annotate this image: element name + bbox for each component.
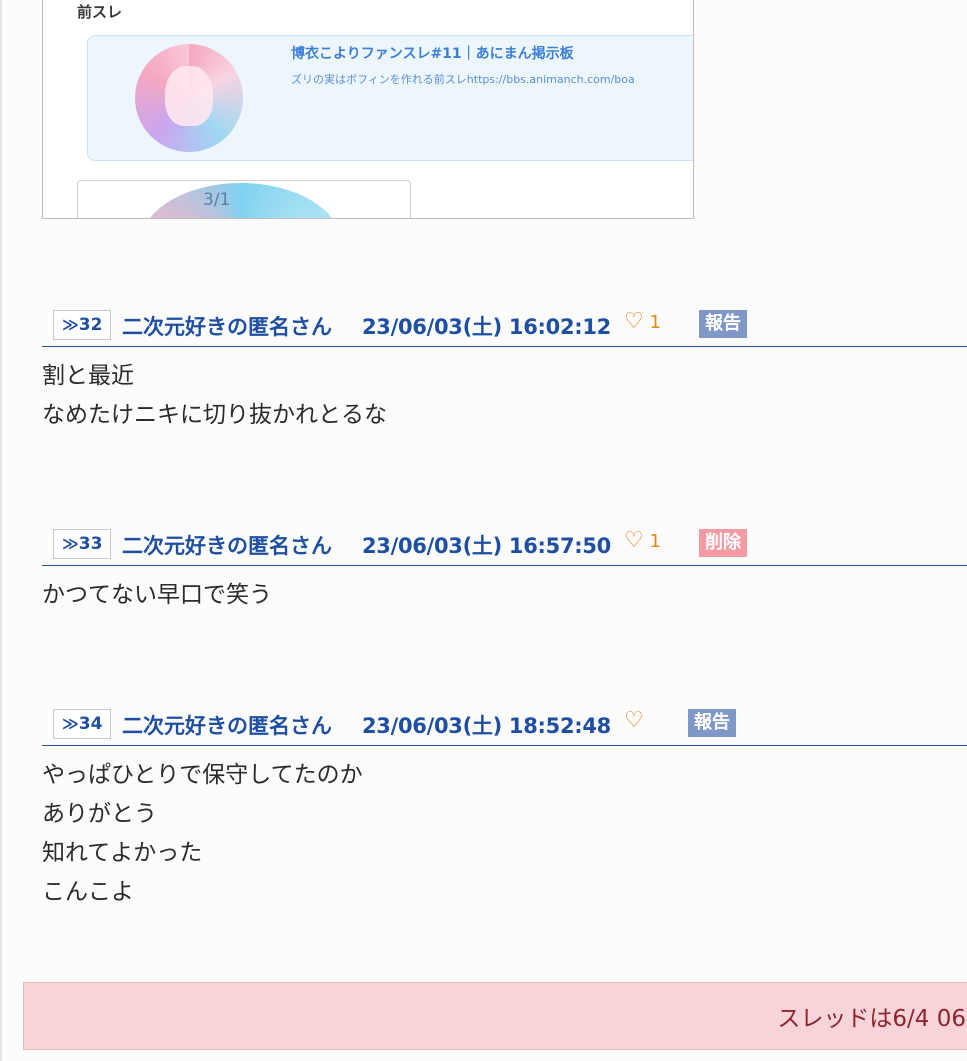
post-body: かつてない早口で笑う bbox=[42, 566, 967, 615]
reply-number: 34 bbox=[78, 714, 103, 734]
like-button[interactable]: ♡ bbox=[624, 708, 644, 733]
post-line: 割と最近 bbox=[42, 363, 134, 389]
post-header: ≫ 33 二次元好きの匿名さん 23/06/03(土) 16:57:50 ♡ 1 … bbox=[42, 517, 967, 566]
post-line: ありがとう bbox=[42, 801, 157, 827]
post-datetime: 23/06/03(土) 16:02:12 bbox=[362, 315, 611, 339]
like-count: 1 bbox=[649, 531, 661, 552]
reply-number: 32 bbox=[78, 315, 103, 335]
delete-button[interactable]: 削除 bbox=[699, 529, 747, 557]
post-body: やっぱひとりで保守してたのか ありがとう 知れてよかった こんこよ bbox=[42, 746, 967, 912]
post-line: やっぱひとりで保守してたのか bbox=[42, 762, 363, 788]
reply-number-link[interactable]: ≫ 33 bbox=[53, 529, 112, 559]
link-description: ズリの実はボフィンを作れる前スレhttps://bbs.animanch.com… bbox=[291, 73, 635, 86]
report-button[interactable]: 報告 bbox=[699, 310, 747, 338]
like-button[interactable]: ♡ 1 bbox=[624, 528, 661, 553]
post-datetime: 23/06/03(土) 18:52:48 bbox=[362, 714, 611, 738]
heart-icon: ♡ bbox=[624, 528, 644, 553]
link-title: 博衣こよりファンスレ#11｜あにまん掲示板 bbox=[291, 46, 574, 62]
heart-icon: ♡ bbox=[624, 708, 644, 733]
second-thumbnail-number: 3/1 bbox=[203, 190, 231, 210]
page-left-border bbox=[0, 0, 2, 1061]
embed-label: 前スレ bbox=[77, 3, 123, 21]
thread-notice: スレッドは6/4 06 bbox=[23, 982, 967, 1050]
post-body: 割と最近 なめたけニキに切り抜かれとるな bbox=[42, 347, 967, 435]
post-header: ≫ 34 二次元好きの匿名さん 23/06/03(土) 18:52:48 ♡ 報告 bbox=[42, 697, 967, 746]
post-34: ≫ 34 二次元好きの匿名さん 23/06/03(土) 18:52:48 ♡ 報告… bbox=[42, 697, 967, 912]
post-line: なめたけニキに切り抜かれとるな bbox=[42, 402, 387, 428]
post-header: ≫ 32 二次元好きの匿名さん 23/06/03(土) 16:02:12 ♡ 1 … bbox=[42, 298, 967, 347]
author-name: 二次元好きの匿名さん bbox=[122, 714, 332, 738]
post-datetime: 23/06/03(土) 16:57:50 bbox=[362, 534, 611, 558]
post-33: ≫ 33 二次元好きの匿名さん 23/06/03(土) 16:57:50 ♡ 1 … bbox=[42, 517, 967, 615]
double-chevron-icon: ≫ bbox=[62, 315, 79, 334]
report-button[interactable]: 報告 bbox=[688, 709, 736, 737]
thread-notice-text: スレッドは6/4 06 bbox=[777, 1006, 966, 1032]
post-line: かつてない早口で笑う bbox=[42, 582, 272, 608]
double-chevron-icon: ≫ bbox=[62, 714, 79, 733]
like-count: 1 bbox=[649, 312, 661, 333]
double-chevron-icon: ≫ bbox=[62, 534, 79, 553]
author-name: 二次元好きの匿名さん bbox=[122, 534, 332, 558]
post-line: こんこよ bbox=[42, 879, 134, 905]
link-thumbnail bbox=[135, 44, 243, 152]
like-button[interactable]: ♡ 1 bbox=[624, 309, 661, 334]
heart-icon: ♡ bbox=[624, 309, 644, 334]
reply-number-link[interactable]: ≫ 32 bbox=[53, 310, 112, 340]
embedded-image[interactable]: 前スレ 博衣こよりファンスレ#11｜あにまん掲示板 ズリの実はボフィンを作れる前… bbox=[42, 0, 694, 219]
post-line: 知れてよかった bbox=[42, 840, 203, 866]
author-name: 二次元好きの匿名さん bbox=[122, 315, 332, 339]
reply-number: 33 bbox=[78, 534, 103, 554]
reply-number-link[interactable]: ≫ 34 bbox=[53, 709, 112, 739]
post-32: ≫ 32 二次元好きの匿名さん 23/06/03(土) 16:02:12 ♡ 1 … bbox=[42, 298, 967, 435]
